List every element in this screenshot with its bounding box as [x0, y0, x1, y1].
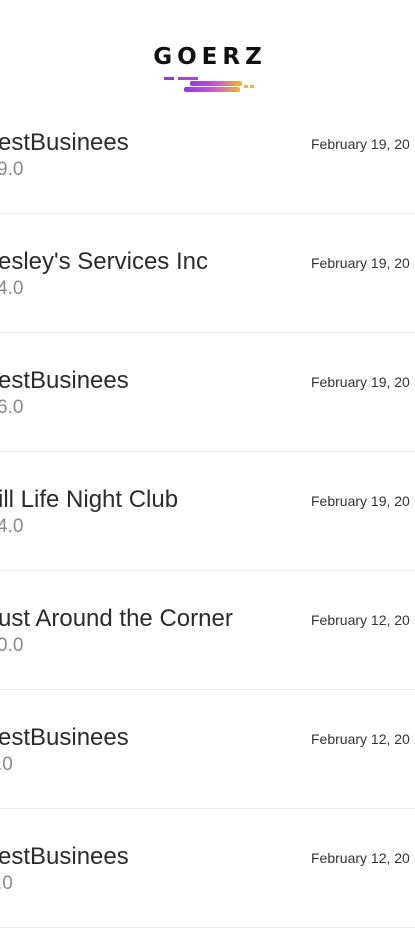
transaction-date: February 19, 20 — [311, 374, 410, 390]
transaction-list: estBusinees 9.0 February 19, 20 esley's … — [0, 95, 415, 928]
transaction-date: February 19, 20 — [311, 136, 410, 152]
transaction-title: esley's Services Inc — [0, 248, 208, 275]
transaction-title: estBusinees — [0, 843, 129, 870]
transaction-date: February 19, 20 — [311, 255, 410, 271]
logo-speed-mark-icon — [164, 77, 254, 92]
transaction-amount: 4.0 — [0, 278, 24, 299]
transaction-date: February 12, 20 — [311, 731, 410, 747]
transaction-amount: 9.0 — [0, 159, 24, 180]
transaction-date: February 12, 20 — [311, 850, 410, 866]
transaction-amount: .0 — [0, 754, 13, 775]
transaction-amount: 4.0 — [0, 516, 24, 537]
transaction-row[interactable]: estBusinees .0 February 12, 20 — [0, 690, 415, 809]
transaction-row[interactable]: esley's Services Inc 4.0 February 19, 20 — [0, 214, 415, 333]
transaction-amount: .0 — [0, 873, 13, 894]
transaction-title: ust Around the Corner — [0, 605, 233, 632]
transaction-date: February 19, 20 — [311, 493, 410, 509]
transaction-title: estBusinees — [0, 129, 129, 156]
transaction-row[interactable]: estBusinees 9.0 February 19, 20 — [0, 95, 415, 214]
transaction-title: estBusinees — [0, 724, 129, 751]
transaction-title: ill Life Night Club — [0, 486, 179, 513]
logo-text: GOERZ — [153, 44, 267, 70]
app-header: GOERZ — [0, 0, 415, 100]
goerz-logo: GOERZ — [150, 44, 270, 100]
transaction-amount: 0.0 — [0, 635, 24, 656]
transaction-row[interactable]: ust Around the Corner 0.0 February 12, 2… — [0, 571, 415, 690]
transaction-row[interactable]: estBusinees 6.0 February 19, 20 — [0, 333, 415, 452]
transaction-amount: 6.0 — [0, 397, 24, 418]
transaction-row[interactable]: estBusinees .0 February 12, 20 — [0, 809, 415, 928]
transaction-row[interactable]: ill Life Night Club 4.0 February 19, 20 — [0, 452, 415, 571]
transaction-title: estBusinees — [0, 367, 129, 394]
transaction-date: February 12, 20 — [311, 612, 410, 628]
